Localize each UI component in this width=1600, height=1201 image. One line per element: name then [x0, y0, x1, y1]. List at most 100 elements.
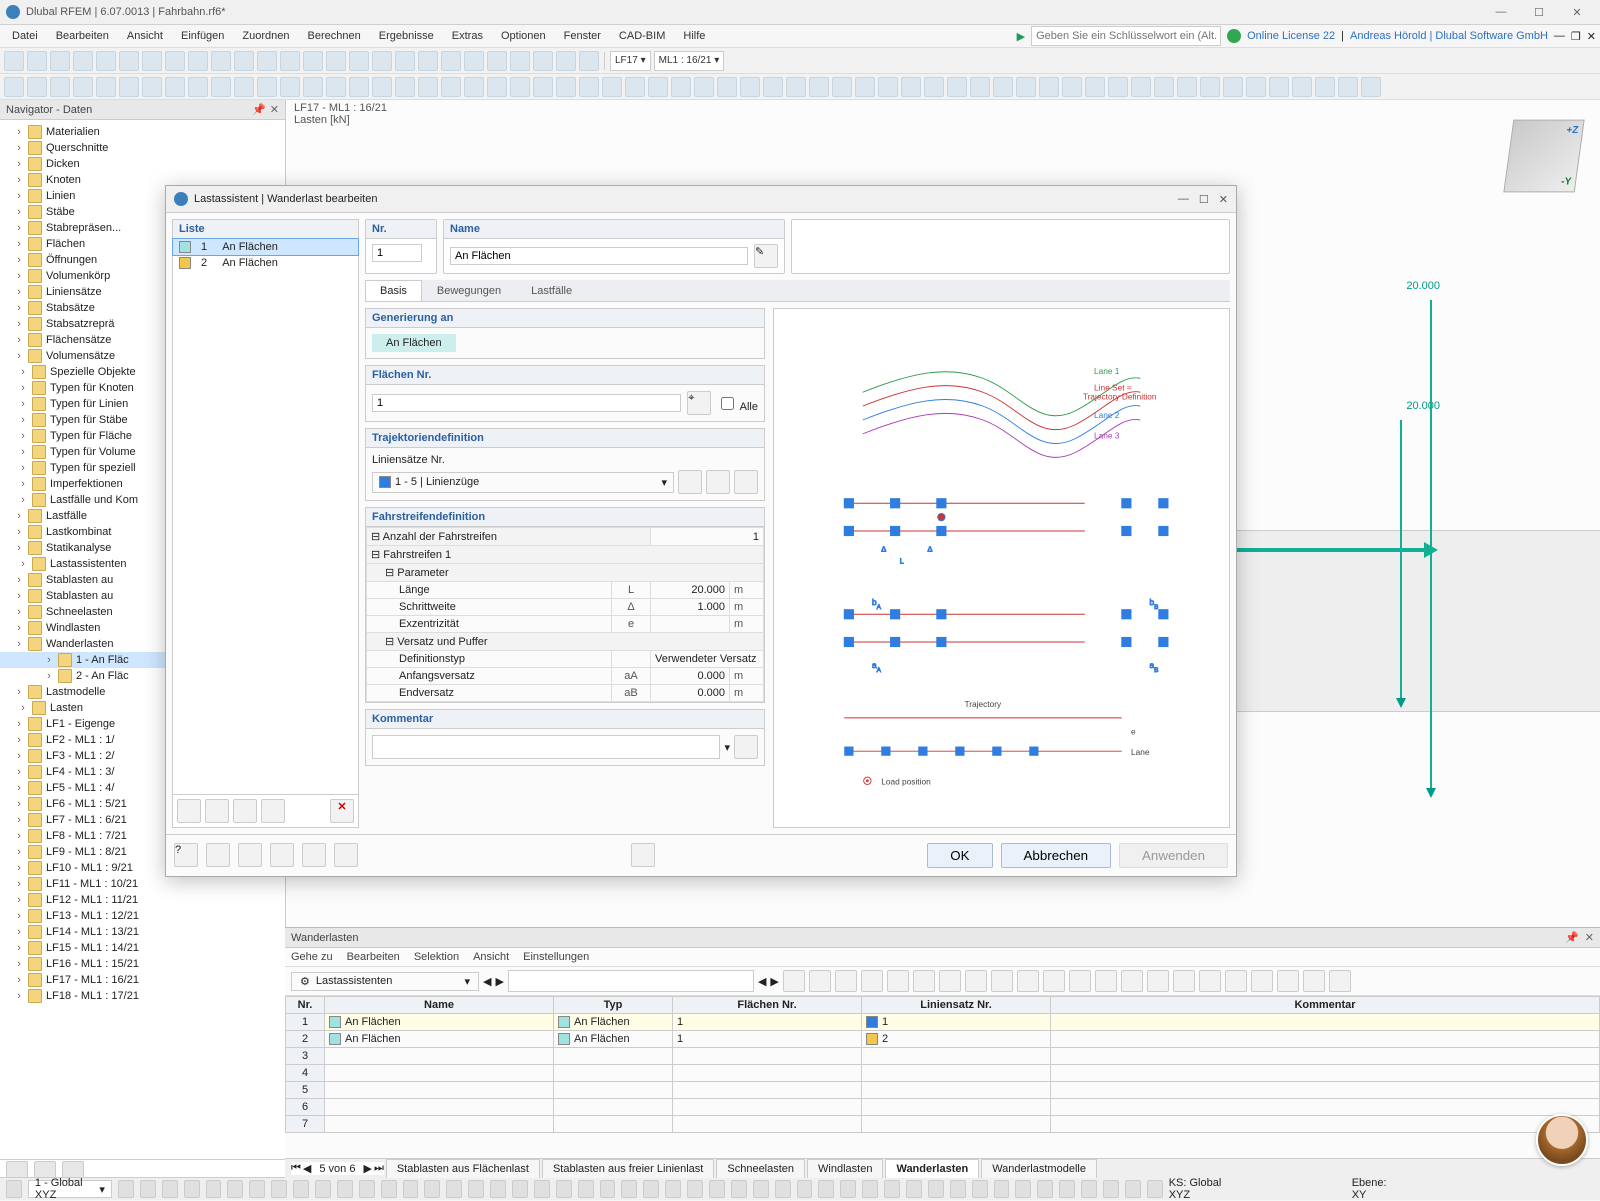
edit-lineset-icon[interactable] [706, 470, 730, 494]
menu-extras[interactable]: Extras [444, 28, 491, 44]
toolbar-button[interactable] [257, 51, 277, 71]
new-lineset-icon[interactable] [678, 470, 702, 494]
toolbar-button[interactable] [418, 51, 438, 71]
tree-item[interactable]: ›LF18 - ML1 : 17/21 [0, 988, 285, 1004]
toolbar-button[interactable] [211, 77, 231, 97]
bp-tab[interactable]: Wanderlasten [885, 1159, 979, 1178]
cs-combo[interactable]: 1 - Global XYZ ▾ [28, 1180, 112, 1198]
bp-tab[interactable]: Stablasten aus Flächenlast [386, 1159, 540, 1178]
sb-button[interactable] [556, 1180, 572, 1198]
panel-pin-icon[interactable]: 📌 [1565, 931, 1579, 944]
toolbar-button[interactable] [165, 77, 185, 97]
tree-item[interactable]: ›LF15 - ML1 : 14/21 [0, 940, 285, 956]
bp-tab[interactable]: Wanderlastmodelle [981, 1159, 1097, 1178]
toolbar-button[interactable] [280, 51, 300, 71]
toolbar-button[interactable] [234, 51, 254, 71]
toolbar-button[interactable] [349, 51, 369, 71]
sb-button[interactable] [381, 1180, 397, 1198]
uncheck-icon[interactable] [261, 799, 285, 823]
sb-button[interactable] [337, 1180, 353, 1198]
toolbar-button[interactable] [395, 51, 415, 71]
sb-button[interactable] [1147, 1180, 1163, 1198]
license-label[interactable]: Online License 22 [1247, 30, 1335, 42]
lane-property-grid[interactable]: ⊟ Anzahl der Fahrstreifen1 ⊟ Fahrstreife… [366, 527, 764, 702]
sb-button[interactable] [271, 1180, 287, 1198]
mdi-close-icon[interactable]: ✕ [1587, 30, 1596, 43]
toolbar-button[interactable] [395, 77, 415, 97]
pick-icon[interactable]: ⌖ [687, 391, 711, 415]
bp-tool-button[interactable] [1043, 970, 1065, 992]
maximize-button[interactable]: ☐ [1522, 6, 1556, 19]
bp-menu[interactable]: Selektion [414, 951, 459, 963]
sb-button[interactable] [490, 1180, 506, 1198]
dialog-minimize-icon[interactable]: — [1178, 193, 1189, 206]
menu-berechnen[interactable]: Berechnen [300, 28, 369, 44]
menu-ergebnisse[interactable]: Ergebnisse [371, 28, 442, 44]
tree-item[interactable]: ›LF11 - ML1 : 10/21 [0, 876, 285, 892]
sb-button[interactable] [643, 1180, 659, 1198]
menu-hilfe[interactable]: Hilfe [675, 28, 713, 44]
toolbar-button[interactable] [579, 77, 599, 97]
name-input[interactable] [450, 247, 748, 265]
toolbar-button[interactable] [901, 77, 921, 97]
bp-menu[interactable]: Ansicht [473, 951, 509, 963]
search-input[interactable] [1031, 26, 1221, 46]
sb-button[interactable] [1015, 1180, 1031, 1198]
sb-button[interactable] [578, 1180, 594, 1198]
toolbar-button[interactable] [579, 51, 599, 71]
toolbar-button[interactable] [694, 77, 714, 97]
sb-button[interactable] [950, 1180, 966, 1198]
sb-button[interactable] [709, 1180, 725, 1198]
panel-close-icon[interactable]: ✕ [270, 103, 279, 116]
toolbar-button[interactable] [441, 77, 461, 97]
bp-tab[interactable]: Windlasten [807, 1159, 883, 1178]
tree-item[interactable]: ›LF17 - ML1 : 16/21 [0, 972, 285, 988]
bp-tool-button[interactable] [1173, 970, 1195, 992]
sb-button[interactable] [512, 1180, 528, 1198]
toolbar-button[interactable] [96, 51, 116, 71]
toolbar-button[interactable] [556, 51, 576, 71]
toolbar-button[interactable] [1269, 77, 1289, 97]
next-icon[interactable]: ▶ [363, 1162, 371, 1175]
mdi-restore-icon[interactable]: ❐ [1571, 30, 1581, 43]
tree-item[interactable]: ›LF16 - ML1 : 15/21 [0, 956, 285, 972]
toolbar-button[interactable] [763, 77, 783, 97]
list-item[interactable]: 2 An Flächen [173, 255, 358, 271]
toolbar-button[interactable] [119, 51, 139, 71]
bp-menu[interactable]: Bearbeiten [347, 951, 400, 963]
next-icon[interactable]: ▶ [495, 975, 503, 988]
bp-tool-button[interactable] [1277, 970, 1299, 992]
sb-button[interactable] [403, 1180, 419, 1198]
pick-lineset-icon[interactable] [734, 470, 758, 494]
new-icon[interactable] [177, 799, 201, 823]
dialog-close-icon[interactable]: ✕ [1219, 193, 1228, 206]
sb-button[interactable] [293, 1180, 309, 1198]
bp-tool-button[interactable] [965, 970, 987, 992]
mdi-minimize-icon[interactable]: — [1554, 30, 1565, 42]
copy-icon[interactable] [205, 799, 229, 823]
sb-button[interactable] [665, 1180, 681, 1198]
help-icon[interactable]: ? [174, 843, 198, 867]
opt2-icon[interactable] [270, 843, 294, 867]
toolbar-button[interactable] [1085, 77, 1105, 97]
toolbar-button[interactable] [510, 51, 530, 71]
toolbar-button[interactable] [464, 51, 484, 71]
sb-button[interactable] [1037, 1180, 1053, 1198]
bp-tool-button[interactable] [1329, 970, 1351, 992]
toolbar-button[interactable] [303, 51, 323, 71]
bp-menu[interactable]: Gehe zu [291, 951, 333, 963]
toolbar-button[interactable] [211, 51, 231, 71]
toolbar-button[interactable] [602, 77, 622, 97]
toolbar-button[interactable] [878, 77, 898, 97]
sb-button[interactable] [862, 1180, 878, 1198]
sb-button[interactable] [797, 1180, 813, 1198]
toolbar-button[interactable] [188, 51, 208, 71]
toolbar-button[interactable] [234, 77, 254, 97]
sb-button[interactable] [140, 1180, 156, 1198]
bp-tool-button[interactable] [835, 970, 857, 992]
sb-button[interactable] [534, 1180, 550, 1198]
opt-icon[interactable] [238, 843, 262, 867]
toolbar-button[interactable] [441, 51, 461, 71]
bp-tab[interactable]: Stablasten aus freier Linienlast [542, 1159, 714, 1178]
tab-basis[interactable]: Basis [365, 280, 422, 301]
